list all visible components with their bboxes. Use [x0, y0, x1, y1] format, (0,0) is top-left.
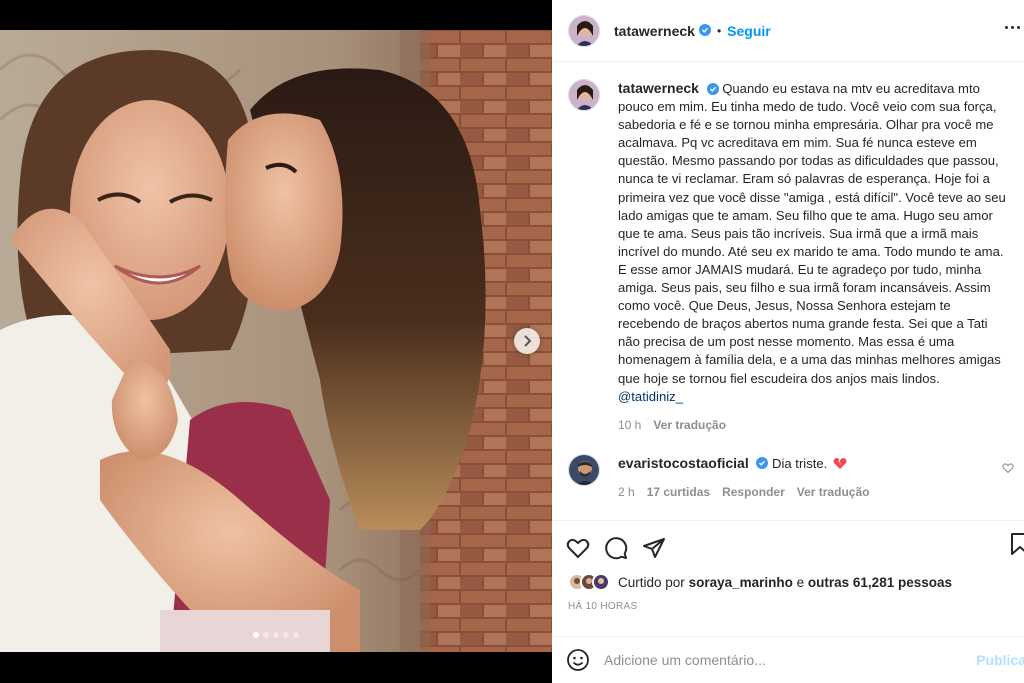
- mention-link[interactable]: @tatidiniz_: [618, 389, 683, 404]
- reply-button[interactable]: Responder: [722, 485, 785, 499]
- post-panel: tatawerneck • Seguir tatawerneck Quando …: [552, 0, 1024, 683]
- chevron-right-icon: [524, 335, 532, 347]
- likes-others[interactable]: outras 61,281 pessoas: [808, 575, 952, 590]
- verified-icon: [698, 23, 711, 36]
- likes-prefix: Curtido por: [618, 574, 685, 590]
- photo-illustration: [0, 30, 552, 652]
- comment-content: Dia triste.: [772, 455, 828, 471]
- avatar[interactable]: [568, 79, 600, 111]
- post-header: tatawerneck • Seguir: [552, 0, 1024, 62]
- see-translation-button[interactable]: Ver tradução: [653, 418, 726, 432]
- avatar-image: [569, 15, 599, 46]
- bookmark-icon[interactable]: [1010, 532, 1024, 559]
- carousel-dot: [273, 632, 279, 638]
- avatar-image: [569, 454, 599, 485]
- avatar-image: [569, 80, 599, 110]
- caption-body: tatawerneck Quando eu estava na mtv eu a…: [618, 79, 1008, 432]
- liker-username[interactable]: soraya_marinho: [689, 575, 793, 590]
- carousel-dot: [293, 632, 299, 638]
- photo-pane: [0, 0, 552, 683]
- comment: evaristocostaoficial Dia triste. 2 h 17 …: [568, 453, 1014, 499]
- carousel-dot: [263, 632, 269, 638]
- caption: tatawerneck Quando eu estava na mtv eu a…: [568, 79, 1008, 432]
- separator-dot: •: [716, 23, 722, 38]
- avatar[interactable]: [592, 573, 610, 591]
- post-photo[interactable]: [0, 30, 552, 652]
- caption-author[interactable]: tatawerneck: [618, 80, 699, 96]
- caption-meta: 10 h Ver tradução: [618, 418, 1008, 432]
- publish-button[interactable]: Publica: [976, 652, 1024, 668]
- comment-body: evaristocostaoficial Dia triste. 2 h 17 …: [618, 454, 869, 499]
- comment-author[interactable]: evaristocostaoficial: [618, 455, 749, 471]
- comment-input[interactable]: [604, 652, 944, 668]
- carousel-dots: [0, 632, 552, 638]
- caption-content: Quando eu estava na mtv eu acreditava mt…: [618, 81, 1006, 386]
- follow-button[interactable]: Seguir: [727, 23, 771, 39]
- comment-like-icon[interactable]: [1002, 462, 1014, 474]
- likes-summary: Curtido por soraya_marinho e outras 61,2…: [568, 570, 1024, 594]
- verified-icon: [756, 457, 769, 470]
- author-username[interactable]: tatawerneck: [614, 23, 695, 39]
- broken-heart-icon: [833, 457, 847, 469]
- caption-time: 10 h: [618, 417, 642, 432]
- share-icon[interactable]: [642, 536, 666, 560]
- caption-text: tatawerneck Quando eu estava na mtv eu a…: [618, 79, 1008, 406]
- likes-connector: e: [796, 574, 805, 590]
- liker-avatars: [568, 573, 610, 591]
- comment-text: evaristocostaoficial Dia triste.: [618, 454, 869, 473]
- action-bar: [552, 520, 1024, 564]
- emoji-icon[interactable]: [566, 648, 590, 672]
- heart-icon[interactable]: [566, 536, 590, 560]
- avatar[interactable]: [568, 453, 600, 486]
- carousel-dot: [253, 632, 259, 638]
- comment-likes[interactable]: 17 curtidas: [647, 485, 710, 499]
- comments-section: tatawerneck Quando eu estava na mtv eu a…: [552, 63, 1024, 519]
- comment-time: 2 h: [618, 484, 635, 499]
- comment-icon[interactable]: [604, 536, 628, 560]
- carousel-dot: [283, 632, 289, 638]
- avatar[interactable]: [568, 14, 600, 47]
- more-icon[interactable]: [1005, 26, 1020, 29]
- add-comment-bar: Publica: [552, 636, 1024, 683]
- verified-icon: [706, 82, 719, 95]
- carousel-next-button[interactable]: [514, 328, 540, 354]
- see-translation-button[interactable]: Ver tradução: [797, 485, 870, 499]
- comment-meta: 2 h 17 curtidas Responder Ver tradução: [618, 485, 869, 499]
- post-time: HÁ 10 HORAS: [568, 601, 638, 612]
